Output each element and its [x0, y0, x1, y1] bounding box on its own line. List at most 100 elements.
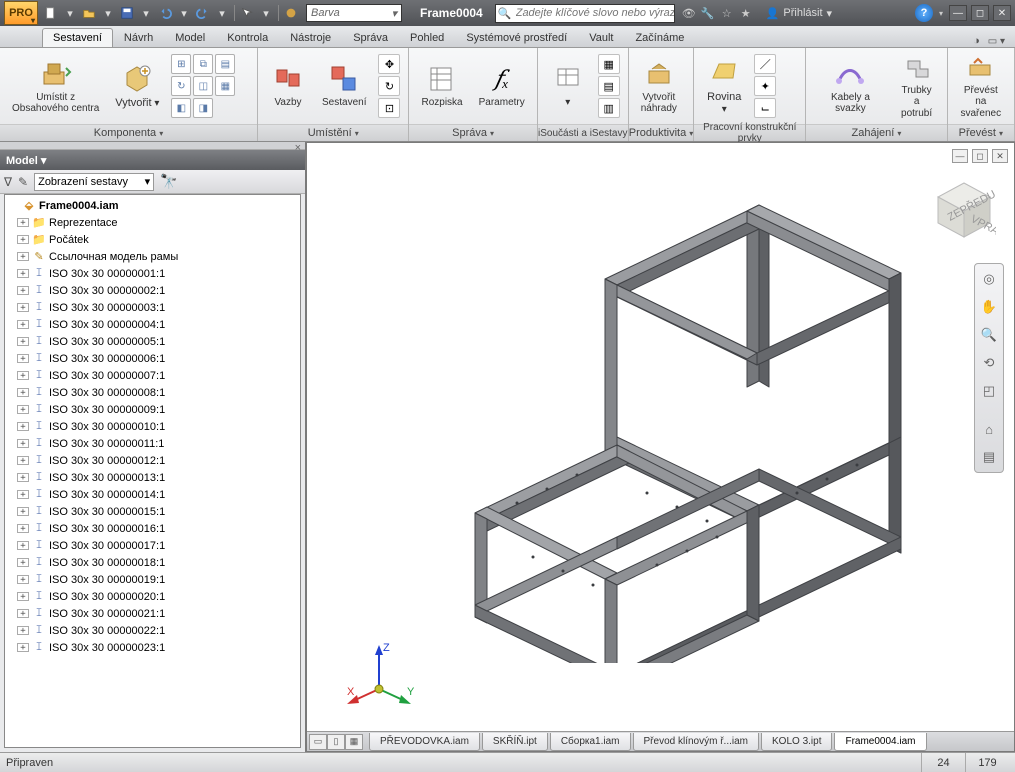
constraints-button[interactable]: Vazby [264, 51, 312, 121]
tree-part-node[interactable]: +𝙸ISO 30x 30 00000022:1 [5, 622, 300, 639]
tree-part-node[interactable]: +𝙸ISO 30x 30 00000013:1 [5, 469, 300, 486]
ribbon-toggle-icon[interactable]: ▭ ▾ [988, 36, 1005, 47]
doc-tab[interactable]: PŘEVODOVKA.iam [369, 733, 480, 751]
tube-pipe-button[interactable]: Trubky a potrubí [893, 51, 941, 121]
key-icon[interactable]: 🔧 [700, 5, 716, 21]
home-view-icon[interactable]: ⌂ [978, 418, 1000, 440]
create-component-button[interactable]: Vytvořit ▾ [109, 51, 165, 121]
save-icon[interactable] [118, 4, 136, 22]
layout-btn3-icon[interactable]: ▦ [345, 734, 363, 750]
help-dropdown[interactable]: ▾ [939, 9, 943, 18]
tree-part-node[interactable]: +𝙸ISO 30x 30 00000012:1 [5, 452, 300, 469]
viewport[interactable]: — ◻ ✕ ZEPŘEDU VPRAVO ◎ ✋ 🔍 ⟲ ◰ ⌂ [306, 142, 1015, 752]
tree-part-node[interactable]: +𝙸ISO 30x 30 00000021:1 [5, 605, 300, 622]
search-box[interactable]: 🔍 [495, 4, 675, 23]
tree-part-node[interactable]: +𝙸ISO 30x 30 00000007:1 [5, 367, 300, 384]
layout-btn1-icon[interactable]: ▭ [309, 734, 327, 750]
viewport-restore-icon[interactable]: ◻ [972, 149, 988, 163]
mirror-icon[interactable]: ▤ [215, 54, 235, 74]
ucs-icon[interactable]: ⌙ [754, 98, 776, 118]
tree-node[interactable]: +📁Počátek [5, 231, 300, 248]
axis-icon[interactable]: ／ [754, 54, 776, 74]
undo-icon[interactable] [156, 4, 174, 22]
ipart-btn2-icon[interactable]: ▤ [598, 76, 620, 96]
undo-dropdown[interactable]: ▾ [175, 4, 193, 22]
material-icon[interactable] [282, 4, 300, 22]
open-dropdown[interactable]: ▾ [99, 4, 117, 22]
doc-tab[interactable]: Сборка1.iam [550, 733, 631, 751]
favorite-icon[interactable]: ★ [738, 5, 754, 21]
replace-icon[interactable]: ↻ [171, 76, 191, 96]
doc-tab[interactable]: Frame0004.iam [834, 733, 926, 751]
tree-part-node[interactable]: +𝙸ISO 30x 30 00000015:1 [5, 503, 300, 520]
viewport-close-icon[interactable]: ✕ [992, 149, 1008, 163]
signin-button[interactable]: 👤 Přihlásit ▾ [760, 7, 838, 20]
tree-part-node[interactable]: +𝙸ISO 30x 30 00000019:1 [5, 571, 300, 588]
minimize-button[interactable]: — [949, 5, 967, 21]
maximize-button[interactable]: ◻ [971, 5, 989, 21]
panel-label-zahajeni[interactable]: Zahájení▾ [806, 124, 946, 141]
color-combo[interactable]: Barva▾ [306, 4, 402, 22]
place-from-content-center-button[interactable]: Umístit z Obsahového centra [6, 51, 105, 121]
tree-root[interactable]: ⬙ Frame0004.iam [5, 197, 300, 214]
save-dropdown[interactable]: ▾ [137, 4, 155, 22]
tree-part-node[interactable]: +𝙸ISO 30x 30 00000008:1 [5, 384, 300, 401]
ipart-btn3-icon[interactable]: ▥ [598, 98, 620, 118]
model-tree[interactable]: ⬙ Frame0004.iam +📁Reprezentace+📁Počátek +… [4, 194, 301, 748]
icomponent-button[interactable]: ▾ [544, 51, 592, 121]
pattern-icon[interactable]: ⊞ [171, 54, 191, 74]
find-icon[interactable]: 🔭 [160, 173, 177, 190]
tree-part-node[interactable]: +𝙸ISO 30x 30 00000023:1 [5, 639, 300, 656]
search-input[interactable] [514, 7, 674, 19]
tree-part-node[interactable]: +𝙸ISO 30x 30 00000006:1 [5, 350, 300, 367]
cables-button[interactable]: Kabely a svazky [812, 51, 888, 121]
tree-part-node[interactable]: +𝙸ISO 30x 30 00000010:1 [5, 418, 300, 435]
tab-model[interactable]: Model [164, 28, 216, 47]
shrinkwrap-icon[interactable]: ◫ [193, 76, 213, 96]
tab-nastroje[interactable]: Nástroje [279, 28, 342, 47]
tree-part-node[interactable]: +𝙸ISO 30x 30 00000020:1 [5, 588, 300, 605]
convert-weldment-button[interactable]: Převést na svařenec [954, 51, 1008, 121]
fullnav-icon[interactable]: ▤ [978, 446, 1000, 468]
plane-button[interactable]: Rovina▾ [700, 51, 748, 121]
comp-btn7-icon[interactable]: ◧ [171, 98, 191, 118]
tree-node[interactable]: +📁Reprezentace [5, 214, 300, 231]
new-dropdown[interactable]: ▾ [61, 4, 79, 22]
app-logo[interactable]: PRO [4, 1, 38, 25]
tab-vault[interactable]: Vault [578, 28, 624, 47]
tree-part-node[interactable]: +𝙸ISO 30x 30 00000011:1 [5, 435, 300, 452]
filter-icon[interactable]: ∇ [4, 175, 12, 189]
viewcube[interactable]: ZEPŘEDU VPRAVO [932, 177, 996, 241]
zoom-icon[interactable]: 🔍 [978, 324, 1000, 346]
copy-icon[interactable]: ⧉ [193, 54, 213, 74]
help-button[interactable]: ? [915, 4, 933, 22]
tab-sprava[interactable]: Správa [342, 28, 399, 47]
pan-icon[interactable]: ✋ [978, 296, 1000, 318]
browser-view-combo[interactable]: Zobrazení sestavy▾ [34, 173, 154, 191]
tab-zaciname[interactable]: Začínáme [624, 28, 695, 47]
tree-part-node[interactable]: +𝙸ISO 30x 30 00000009:1 [5, 401, 300, 418]
doc-tab[interactable]: SKŘÍŇ.ipt [482, 733, 548, 751]
panel-label-prevest[interactable]: Převést▾ [948, 124, 1014, 141]
binoculars-icon[interactable]: 👁 [681, 5, 697, 21]
appearance-icon[interactable]: ◑ [973, 35, 980, 47]
doc-tab[interactable]: Převod klínovým ř...iam [633, 733, 759, 751]
grip-snap-icon[interactable]: ⊡ [378, 98, 400, 118]
parameters-button[interactable]: 𝑓ₓ Parametry [473, 51, 531, 121]
rotate-icon[interactable]: ↻ [378, 76, 400, 96]
redo-dropdown[interactable]: ▾ [213, 4, 231, 22]
layout-btn2-icon[interactable]: ▯ [327, 734, 345, 750]
doc-tab[interactable]: KOLO 3.ipt [761, 733, 832, 751]
tree-part-node[interactable]: +𝙸ISO 30x 30 00000005:1 [5, 333, 300, 350]
tab-navrh[interactable]: Návrh [113, 28, 164, 47]
comp-btn8-icon[interactable]: ◨ [193, 98, 213, 118]
orbit-icon[interactable]: ⟲ [978, 352, 1000, 374]
viewport-minimize-icon[interactable]: — [952, 149, 968, 163]
close-button[interactable]: ✕ [993, 5, 1011, 21]
tree-part-node[interactable]: +𝙸ISO 30x 30 00000004:1 [5, 316, 300, 333]
browser-header[interactable]: Model ▾ [0, 150, 305, 170]
select-icon[interactable] [238, 4, 256, 22]
open-icon[interactable] [80, 4, 98, 22]
move-icon[interactable]: ✥ [378, 54, 400, 74]
create-substitutes-button[interactable]: Vytvořit náhrady [635, 51, 683, 121]
